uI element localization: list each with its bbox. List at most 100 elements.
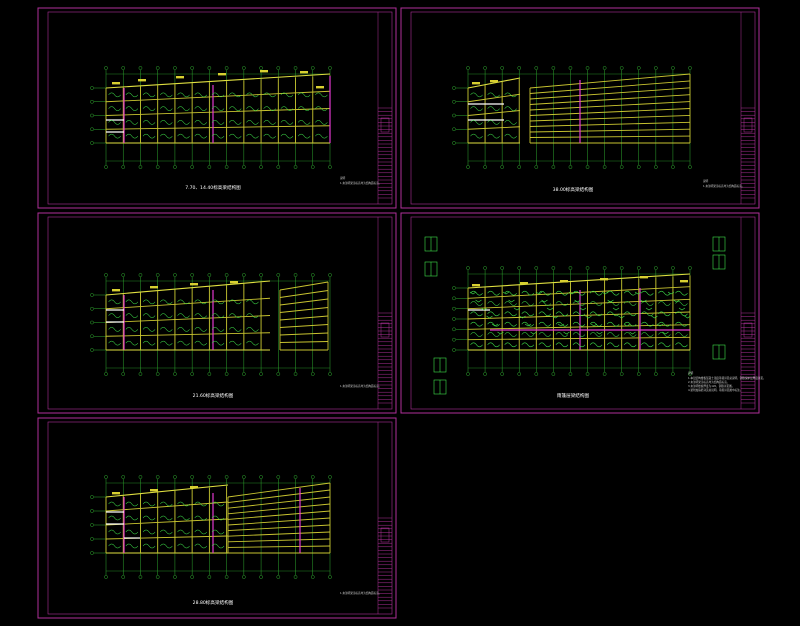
sheet-border xyxy=(37,417,397,619)
axis-bubble xyxy=(276,372,281,376)
axis-bubble xyxy=(310,372,315,376)
note-head-1: 说明 xyxy=(340,176,346,180)
axis-bubble xyxy=(585,372,590,376)
beam-tag xyxy=(316,86,324,89)
rebar-dense xyxy=(678,307,686,311)
axis-bubble xyxy=(224,575,229,579)
hatch-beam xyxy=(529,135,691,138)
rebar-mark xyxy=(125,543,139,549)
axis-bubble xyxy=(241,372,246,376)
rebar-mark xyxy=(487,301,500,306)
axis-bubble xyxy=(155,475,160,479)
sheet-title-5: 28.80标高梁结构图 xyxy=(193,599,234,606)
sheet-title-2: 38.00标高梁结构图 xyxy=(553,186,594,193)
axis-bubble xyxy=(259,273,263,277)
hatch-beam xyxy=(529,87,691,100)
axis-bubble xyxy=(241,66,246,70)
rebar-dense xyxy=(596,331,603,335)
beam-tag xyxy=(190,486,198,489)
rebar-mark xyxy=(142,106,156,111)
rebar-mark xyxy=(504,290,517,296)
axis-bubble xyxy=(207,475,212,479)
rebar-mark xyxy=(142,515,156,521)
axis-bubble xyxy=(466,66,470,70)
axis-bubble xyxy=(653,66,658,70)
rebar-dense xyxy=(585,315,592,319)
rebar-mark xyxy=(125,299,139,305)
rebar-mark xyxy=(470,120,483,125)
rebar-dense xyxy=(590,323,598,327)
axis-bubble xyxy=(466,372,470,376)
axis-bubble xyxy=(671,372,675,376)
beam-horizontal xyxy=(467,324,691,330)
axis-bubble xyxy=(173,372,177,376)
cad-drawing-canvas: 7.70、14.40标高梁结构图 38.00标高梁结构图 21.60标高梁结构图… xyxy=(37,7,766,619)
axis-bubble xyxy=(671,66,675,70)
axis-bubble xyxy=(224,273,229,277)
axis-bubble xyxy=(104,165,108,169)
rebar-mark xyxy=(606,290,620,296)
rebar-mark xyxy=(641,332,654,337)
hatch-beam xyxy=(529,114,691,122)
axis-bubble xyxy=(551,66,556,70)
rebar-mark xyxy=(228,133,242,139)
rebar-mark xyxy=(142,120,156,125)
rebar-mark xyxy=(125,313,139,318)
sheet-title-4: 雨篷层梁结构图 xyxy=(557,392,590,399)
axis-bubble xyxy=(173,475,177,479)
axis-bubble xyxy=(190,475,195,479)
axis-bubble xyxy=(155,575,160,579)
axis-bubble xyxy=(517,372,522,376)
rebar-mark xyxy=(623,290,637,296)
rebar-mark xyxy=(487,342,500,348)
rebar-dense xyxy=(546,307,554,311)
axis-bubble xyxy=(466,165,470,169)
rebar-dense xyxy=(475,299,482,303)
axis-bubble xyxy=(310,165,315,169)
rebar-mark xyxy=(160,529,173,535)
beam-horizontal xyxy=(105,315,271,323)
rebar-mark xyxy=(572,342,586,348)
hatch-beam xyxy=(279,341,329,343)
rebar-mark xyxy=(589,342,603,348)
rebar-mark xyxy=(263,133,276,139)
rebar-mark xyxy=(675,342,688,348)
beam-tag xyxy=(112,289,120,292)
beam-tag xyxy=(190,283,198,286)
note-4-line-2: 2.未注明梁顶标高均为结构面标高。 xyxy=(688,380,729,384)
rebar-mark xyxy=(572,321,586,327)
title-block-logo xyxy=(380,322,390,338)
rebar-mark xyxy=(606,332,620,337)
axis-bubble xyxy=(636,372,641,376)
rebar-mark xyxy=(160,543,173,549)
rebar-mark xyxy=(125,501,139,507)
rebar-dense xyxy=(530,331,537,335)
rebar-mark xyxy=(211,120,225,125)
rebar-mark xyxy=(108,529,121,535)
axis-bubble xyxy=(636,165,641,169)
note-4-line-4: 4.梁附加箍筋详见总说明，吊筋详见图中标注。 xyxy=(688,388,742,392)
axis-bubble xyxy=(104,66,108,70)
axis-bubble xyxy=(293,165,298,169)
rebar-dense xyxy=(607,299,614,303)
rebar-mark xyxy=(315,120,328,125)
axis-bubble xyxy=(207,372,212,376)
beam-tag xyxy=(490,80,498,83)
axis-bubble xyxy=(190,165,195,169)
beam-horizontal xyxy=(467,286,691,299)
beam-tag xyxy=(640,276,648,279)
axis-bubble xyxy=(500,266,505,270)
rebar-mark xyxy=(487,120,500,125)
hatch-beam xyxy=(279,332,329,336)
rebar-mark xyxy=(658,342,671,348)
rebar-mark xyxy=(108,92,121,98)
title-block-logo xyxy=(380,527,390,543)
axis-bubble xyxy=(293,575,298,579)
rebar-mark xyxy=(675,290,688,296)
rebar-mark xyxy=(142,501,156,507)
axis-bubble xyxy=(688,165,692,169)
rebar-mark xyxy=(504,311,517,317)
rebar-mark xyxy=(177,529,190,535)
axis-bubble xyxy=(452,296,456,301)
axis-bubble xyxy=(517,266,522,270)
